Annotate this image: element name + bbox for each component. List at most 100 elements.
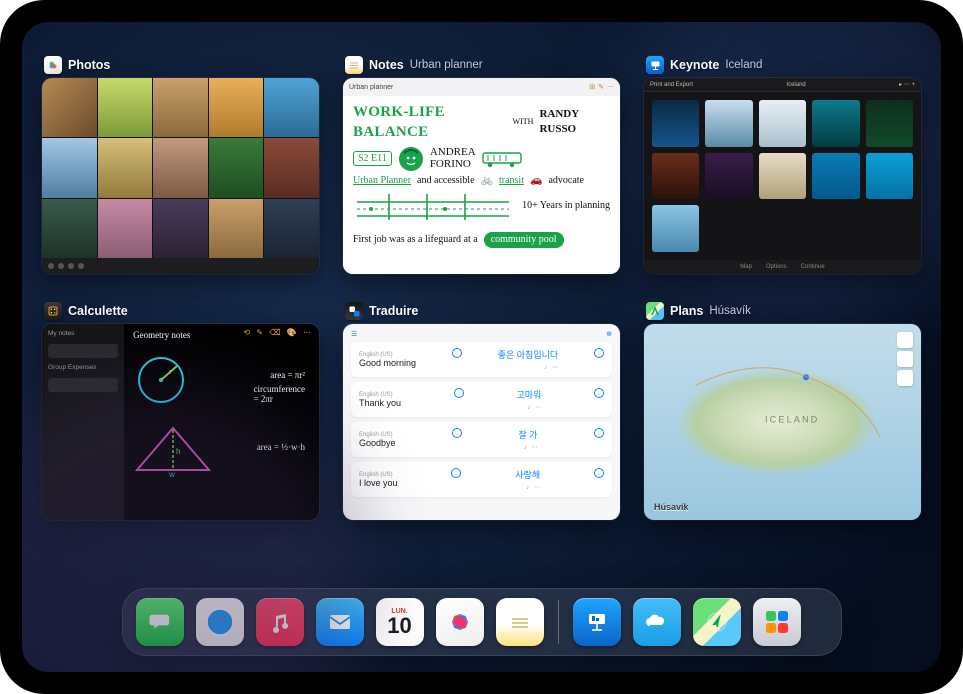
translate-row: English (US)Goodbye잘 가♪ ⋯ <box>351 422 612 457</box>
dock-weather[interactable] <box>633 598 681 646</box>
notes-line: WITH <box>513 117 534 128</box>
notes-line: RANDY RUSSO <box>539 107 610 137</box>
dock-mail[interactable] <box>316 598 364 646</box>
notes-toolbar: Urban planner ⊞✎⋯ <box>343 78 620 96</box>
card-title: Plans <box>670 304 703 318</box>
notes-episode-badge: S2 E11 <box>353 151 392 167</box>
dock: LUN. 10 <box>122 588 842 656</box>
map-place-label: Húsavík <box>654 502 689 512</box>
notes-pill: community pool <box>484 232 564 248</box>
screen: Photos <box>22 22 941 672</box>
app-card-plans[interactable]: Plans Húsavík ICELAND Húsavík <box>644 298 921 520</box>
app-card-photos[interactable]: Photos <box>42 52 319 274</box>
play-icon <box>594 388 604 398</box>
sidebar-label: Group Expenses <box>48 364 118 372</box>
maps-icon <box>646 302 664 320</box>
calc-sidebar: My notes Group Expenses <box>42 324 125 520</box>
card-header: Photos <box>42 52 319 78</box>
play-icon <box>451 468 461 478</box>
translate-topbar: ☰⊕ <box>351 330 612 338</box>
card-title: Keynote <box>670 58 719 72</box>
translate-row: English (US)Thank you고마워♪ ⋯ <box>351 382 612 417</box>
play-icon <box>594 468 604 478</box>
card-title: Photos <box>68 58 110 72</box>
app-switcher: Photos <box>36 52 927 520</box>
dock-safari[interactable] <box>196 598 244 646</box>
notes-line: transit <box>499 174 524 188</box>
app-card-keynote[interactable]: Keynote Iceland Print and Export Iceland… <box>644 52 921 274</box>
translate-icon <box>345 302 363 320</box>
translate-tgt-text: 사랑해 <box>515 470 540 480</box>
notes-doc-title: Urban planner <box>349 84 393 91</box>
notes-line: WORK-LIFE BALANCE <box>353 102 507 143</box>
dock-divider <box>558 600 559 644</box>
notes-guest-first: ANDREA <box>430 146 476 158</box>
dock-messages[interactable] <box>136 598 184 646</box>
translate-meta-icons: ♪ ⋯ <box>524 445 538 451</box>
translate-row: English (US)Good morning좋은 아침입니다♪ ⋯ <box>351 342 612 377</box>
calc-formula: circumference <box>254 384 305 394</box>
car-icon: 🚗 <box>530 174 542 188</box>
translate-meta-icons: ♪ ⋯ <box>527 405 541 411</box>
calc-canvas: Geometry notes ⟲ ✎ ⌫ 🎨 ⋯ r h w <box>125 324 319 520</box>
card-header: Keynote Iceland <box>644 52 921 78</box>
notes-body: WORK-LIFE BALANCE WITH RANDY RUSSO S2 E1… <box>343 96 620 274</box>
photos-thumbnail-grid <box>42 78 319 258</box>
app-card-traduire[interactable]: Traduire ☰⊕ English (US)Good morning좋은 아… <box>343 298 620 520</box>
card-subtitle: Urban planner <box>410 59 483 71</box>
card-title: Traduire <box>369 304 418 318</box>
play-icon <box>594 348 604 358</box>
map-overlay: ICELAND <box>644 324 921 519</box>
card-subtitle: Iceland <box>725 59 762 71</box>
translate-tgt-text: 좋은 아침입니다 <box>498 350 558 360</box>
svg-text:r: r <box>169 367 172 376</box>
play-icon <box>594 428 604 438</box>
translate-src-text: I love you <box>359 478 398 488</box>
notes-line: and accessible <box>417 174 474 188</box>
keynote-top-label: Print and Export <box>650 82 693 88</box>
card-subtitle: Húsavík <box>709 305 751 317</box>
translate-src-text: Goodbye <box>359 438 396 448</box>
svg-text:w: w <box>168 470 175 478</box>
ipad-frame: Photos <box>0 0 963 694</box>
translate-meta-icons: ♪ ⋯ <box>526 485 540 491</box>
translate-row: English (US)I love you사랑해♪ ⋯ <box>351 462 612 497</box>
notes-line: Urban Planner <box>353 174 411 188</box>
bike-icon: 🚲 <box>481 174 493 188</box>
calc-formula: area = πr² <box>270 370 305 380</box>
dock-calendar[interactable]: LUN. 10 <box>376 598 424 646</box>
card-preview <box>42 78 319 274</box>
dock-notes[interactable] <box>496 598 544 646</box>
card-preview: ☰⊕ English (US)Good morning좋은 아침입니다♪ ⋯ En… <box>343 324 620 520</box>
play-icon <box>452 428 462 438</box>
play-icon <box>452 348 462 358</box>
translate-src-text: Thank you <box>359 398 401 408</box>
card-title: Calculette <box>68 304 128 318</box>
calendar-day-num: 10 <box>387 615 411 637</box>
app-card-notes[interactable]: Notes Urban planner Urban planner ⊞✎⋯ WO… <box>343 52 620 274</box>
road-map-doodle-icon <box>353 190 513 224</box>
bus-doodle-icon <box>482 149 526 169</box>
calculator-icon <box>44 302 62 320</box>
circle-diagram-icon: r <box>133 354 207 408</box>
dock-music[interactable] <box>256 598 304 646</box>
notes-toolbar-icons: ⊞✎⋯ <box>586 83 614 91</box>
calc-formula: area = ½·w·h <box>257 442 305 452</box>
map-controls <box>897 332 913 386</box>
card-title: Notes <box>369 58 404 72</box>
avatar-doodle-icon <box>398 146 424 172</box>
play-icon <box>454 388 464 398</box>
notes-line: First job was as a lifeguard at a <box>353 233 478 247</box>
photos-bottom-toolbar <box>42 258 319 274</box>
map-region-label: ICELAND <box>765 414 819 424</box>
dock-photos[interactable] <box>436 598 484 646</box>
triangle-diagram-icon: h w <box>131 422 215 478</box>
dock-app-library[interactable] <box>753 598 801 646</box>
card-header: Notes Urban planner <box>343 52 620 78</box>
dock-maps[interactable] <box>693 598 741 646</box>
dock-keynote[interactable] <box>573 598 621 646</box>
app-card-calculette[interactable]: Calculette My notes Group Expenses Geome… <box>42 298 319 520</box>
svg-text:h: h <box>176 447 180 456</box>
photos-icon <box>44 56 62 74</box>
card-preview: My notes Group Expenses Geometry notes ⟲… <box>42 324 319 520</box>
